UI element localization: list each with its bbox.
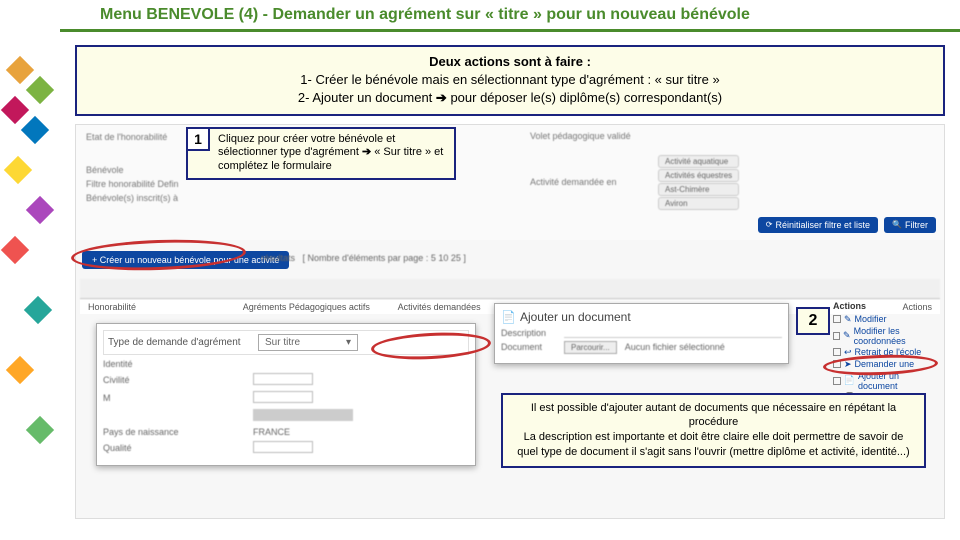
act-opt1: Activité aquatique	[658, 155, 739, 168]
type-agrement-select[interactable]: Sur titre▾	[258, 334, 358, 351]
nofile-text: Aucun fichier sélectionné	[625, 342, 725, 352]
page-title: Menu BENEVOLE (4) - Demander un agrément…	[100, 6, 750, 24]
action-coord[interactable]: Modifier les coordonnées	[854, 326, 938, 346]
identite-label: Identité	[103, 359, 253, 369]
filter-button[interactable]: 🔍Filtrer	[884, 217, 936, 233]
activite-label: Activité demandée en	[530, 177, 650, 187]
actions-header: Actions	[833, 301, 938, 311]
civilite-select[interactable]	[253, 373, 313, 385]
instructions-line2b: 2- Ajouter un document	[298, 90, 436, 105]
col-agrem: Agréments Pédagogiques actifs	[243, 302, 398, 312]
note-box: Il est possible d'ajouter autant de docu…	[501, 393, 926, 468]
act-opt3: Ast-Chimère	[658, 183, 739, 196]
desc-input[interactable]	[564, 328, 782, 338]
action-modifier[interactable]: Modifier	[855, 314, 887, 324]
refresh-icon: ⟳	[766, 220, 773, 229]
instructions-line1: Deux actions sont à faire :	[89, 53, 931, 71]
add-document-modal: 📄 Ajouter un document Description Documen…	[494, 303, 789, 364]
desc-label: Description	[501, 328, 556, 338]
act-opt2: Activités équestres	[658, 169, 739, 182]
volet-label: Volet pédagogique validé	[530, 131, 650, 141]
type-agrement-label: Type de demande d'agrément	[108, 337, 258, 348]
civilite-label: Civilité	[103, 375, 253, 385]
arrow-icon: ➔	[436, 90, 447, 105]
filtre-label: Filtre honorabilité Defin	[86, 179, 206, 189]
note-line2: La description est importante et doit êt…	[513, 430, 914, 460]
app-screenshot-area: Etat de l'honorabilité En attente de ren…	[75, 124, 945, 519]
document-icon: 📄	[844, 375, 855, 386]
pencil-icon: ✎	[843, 330, 851, 341]
step-1-badge: 1	[186, 127, 210, 151]
callout-step-1: 1 Cliquez pour créer votre bénévole et s…	[186, 127, 456, 180]
document-icon: 📄	[501, 310, 516, 324]
inscrit-label: Bénévole(s) inscrit(s) à	[86, 193, 206, 203]
page-title-bar: Menu BENEVOLE (4) - Demander un agrément…	[60, 0, 960, 32]
pager-label: [ Nombre d'éléments par page : 5 10 25 ]	[303, 253, 466, 263]
pencil-icon: ✎	[844, 314, 852, 325]
browse-button[interactable]: Parcourir...	[564, 341, 617, 354]
chevron-down-icon: ▾	[346, 337, 351, 348]
add-doc-title: Ajouter un document	[520, 310, 631, 324]
note-line1: Il est possible d'ajouter autant de docu…	[513, 401, 914, 431]
results-label: résultats	[261, 253, 295, 263]
decorative-sidebar	[0, 0, 60, 540]
tabs-row	[80, 279, 940, 299]
arrow-icon: ➔	[362, 146, 371, 158]
instructions-line2c: pour déposer le(s) diplôme(s) correspond…	[450, 90, 722, 105]
filter-buttons-row: ⟳Réinitialiser filtre et liste 🔍Filtrer	[758, 217, 936, 233]
step-2-badge: 2	[796, 307, 830, 335]
instructions-line2a: 1- Créer le bénévole mais en sélectionna…	[300, 72, 719, 87]
search-icon: 🔍	[892, 220, 902, 229]
pays-label: Pays de naissance	[103, 427, 253, 437]
qualite-label: Qualité	[103, 443, 253, 453]
act-opt4: Aviron	[658, 197, 739, 210]
exit-icon: ↩	[844, 347, 852, 358]
col-honor: Honorabilité	[88, 302, 243, 312]
doc-label: Document	[501, 342, 556, 352]
instructions-box: Deux actions sont à faire : 1- Créer le …	[75, 45, 945, 116]
reset-button[interactable]: ⟳Réinitialiser filtre et liste	[758, 217, 878, 233]
